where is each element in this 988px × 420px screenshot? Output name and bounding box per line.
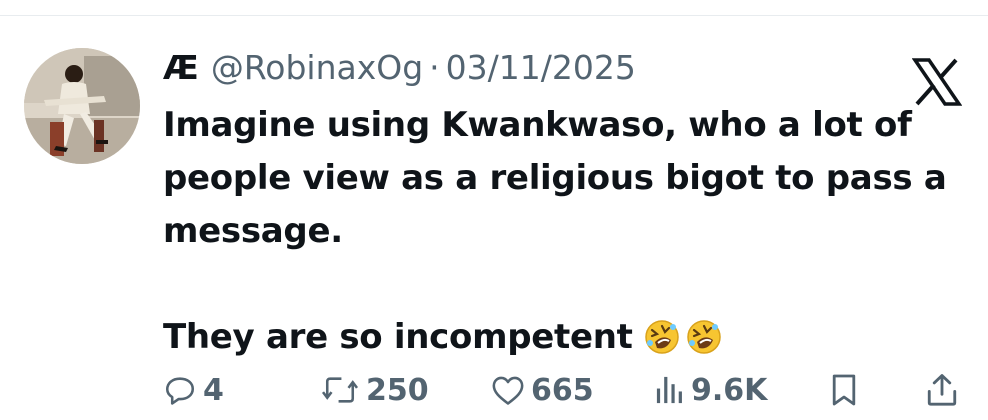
- repost-button[interactable]: 250: [320, 364, 429, 416]
- views-icon: [656, 376, 682, 404]
- emoji-group: [643, 318, 723, 356]
- tweet-text-line: message.: [163, 211, 343, 251]
- tweet-text-last-line: They are so incompetent: [163, 311, 953, 364]
- tweet-date[interactable]: 03/11/2025: [446, 48, 636, 87]
- tweet-text-line: Imagine using Kwankwaso, who a lot of: [163, 105, 912, 145]
- rolling-on-floor-laughing-emoji-icon: [644, 320, 679, 354]
- views-button[interactable]: 9.6K: [655, 364, 767, 416]
- top-divider: [0, 15, 988, 16]
- like-count: 665: [531, 372, 594, 408]
- reply-icon: [165, 377, 195, 405]
- tweet-actions-bar: 4 250 665 9.6K: [0, 364, 988, 416]
- tweet-text-last-line-label: They are so incompetent: [163, 317, 633, 357]
- tweet-screenshot: Æ @RobinaxOg · 03/11/2025 Imagine using …: [0, 0, 988, 420]
- bookmark-icon: [832, 374, 856, 406]
- heart-icon: [492, 376, 524, 405]
- views-count: 9.6K: [691, 372, 768, 408]
- repost-count: 250: [366, 372, 429, 408]
- repost-icon: [321, 377, 359, 403]
- author-handle[interactable]: @RobinaxOg: [211, 48, 423, 87]
- share-icon: [927, 374, 957, 406]
- tweet-text-line: people view as a religious bigot to pass…: [163, 158, 947, 198]
- like-button[interactable]: 665: [491, 364, 594, 416]
- author-name[interactable]: Æ: [163, 48, 199, 87]
- rolling-on-floor-laughing-emoji-icon: [686, 320, 721, 354]
- reply-button[interactable]: 4: [163, 364, 224, 416]
- tweet-header: Æ @RobinaxOg · 03/11/2025: [163, 43, 636, 91]
- header-separator: ·: [429, 47, 440, 87]
- reply-count: 4: [203, 372, 224, 408]
- tweet-text: Imagine using Kwankwaso, who a lot of pe…: [163, 99, 953, 364]
- avatar[interactable]: [24, 48, 140, 164]
- share-button[interactable]: [926, 364, 958, 416]
- bookmark-button[interactable]: [830, 364, 858, 416]
